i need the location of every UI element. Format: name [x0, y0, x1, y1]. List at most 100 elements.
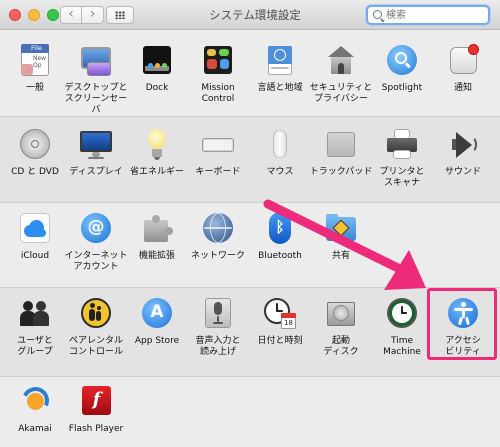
pref-label: Bluetooth — [258, 251, 302, 261]
zoom-window-button[interactable] — [47, 9, 59, 21]
pref-label: サウンド — [444, 167, 481, 177]
pref-energy-saver[interactable]: 省エネルギー — [125, 128, 189, 178]
pref-internet-accounts[interactable]: @ インターネット アカウント — [64, 212, 128, 273]
printer-scanner-icon — [385, 128, 419, 162]
search-icon — [373, 10, 382, 19]
sound-icon — [446, 128, 480, 162]
pref-label: iCloud — [20, 251, 50, 261]
mission-control-icon — [201, 44, 235, 78]
forward-button[interactable]: › — [82, 6, 104, 24]
pref-label: ユーザと グループ — [17, 336, 53, 357]
time-machine-icon — [385, 297, 419, 331]
energy-saver-icon — [140, 128, 174, 162]
pref-app-store[interactable]: A App Store — [125, 297, 189, 347]
security-privacy-icon — [324, 44, 358, 78]
pref-label: 共有 — [331, 251, 350, 261]
window-title: システム環境設定 — [209, 8, 301, 22]
pref-extensions[interactable]: 機能拡張 — [125, 212, 189, 262]
sharing-icon — [324, 212, 358, 246]
pref-printers-scanners[interactable]: プリンタと スキャナ — [370, 128, 434, 189]
pref-date-time[interactable]: 18 日付と時刻 — [248, 297, 312, 347]
close-window-button[interactable] — [9, 9, 21, 21]
pref-label: 省エネルギー — [129, 167, 184, 177]
network-icon — [201, 212, 235, 246]
pref-dock[interactable]: Dock — [125, 44, 189, 94]
pref-desktop-screensaver[interactable]: デスクトップと スクリーンセーバ — [64, 44, 128, 116]
pref-label: Akamai — [18, 424, 52, 434]
cd-dvd-icon — [18, 128, 52, 162]
spotlight-icon — [385, 44, 419, 78]
calendar-day: 18 — [284, 319, 293, 327]
language-region-icon — [263, 44, 297, 78]
pref-label: ネットワーク — [190, 251, 245, 261]
desktop-screensaver-icon — [79, 44, 113, 78]
pref-network[interactable]: ネットワーク — [186, 212, 250, 262]
trackpad-icon — [324, 128, 358, 162]
pref-mission-control[interactable]: Mission Control — [186, 44, 250, 105]
parental-controls-icon — [79, 297, 113, 331]
show-all-button[interactable] — [106, 6, 134, 24]
pref-time-machine[interactable]: Time Machine — [370, 297, 434, 358]
grid-icon — [115, 11, 125, 19]
mouse-icon — [263, 128, 297, 162]
general-icon-badge: File — [31, 44, 42, 52]
keyboard-icon — [201, 128, 235, 162]
pref-label: プリンタと スキャナ — [379, 167, 425, 188]
pref-parental-controls[interactable]: ペアレンタル コントロール — [64, 297, 128, 358]
pref-label: 言語と地域 — [257, 83, 303, 93]
general-icon-menu-text: New Op — [33, 55, 47, 69]
pref-label: セキュリティと プライバシー — [309, 83, 373, 104]
dock-icon — [140, 44, 174, 78]
displays-icon — [79, 128, 113, 162]
pref-notifications[interactable]: 通知 — [431, 44, 495, 94]
general-icon: File New Op — [18, 44, 52, 78]
pref-trackpad[interactable]: トラックパッド — [309, 128, 373, 178]
flash-player-icon: f — [79, 385, 113, 419]
app-store-icon: A — [140, 297, 174, 331]
pref-label: CD と DVD — [11, 167, 59, 177]
startup-disk-icon — [324, 297, 358, 331]
pref-icloud[interactable]: iCloud — [3, 212, 67, 262]
pref-label: 起動 ディスク — [323, 336, 359, 357]
pref-label: マウス — [266, 167, 294, 177]
pref-label: Flash Player — [68, 424, 124, 434]
users-groups-icon — [18, 297, 52, 331]
pref-flash-player[interactable]: f Flash Player — [64, 385, 128, 435]
pref-label: ペアレンタル コントロール — [68, 336, 123, 357]
pref-mouse[interactable]: マウス — [248, 128, 312, 178]
pref-sharing[interactable]: 共有 — [309, 212, 373, 262]
pref-bluetooth[interactable]: ᛒ Bluetooth — [248, 212, 312, 262]
pref-keyboard[interactable]: キーボード — [186, 128, 250, 178]
pref-sound[interactable]: サウンド — [431, 128, 495, 178]
highlight-box — [427, 288, 497, 360]
extensions-icon — [140, 212, 174, 246]
pref-label: 機能拡張 — [138, 251, 175, 261]
back-button[interactable]: ‹ — [60, 6, 82, 24]
search-field[interactable] — [366, 5, 490, 25]
title-bar: ‹ › システム環境設定 — [0, 0, 500, 30]
pref-label: 通知 — [453, 83, 472, 93]
pref-startup-disk[interactable]: 起動 ディスク — [309, 297, 373, 358]
pref-language-region[interactable]: 言語と地域 — [248, 44, 312, 94]
pref-akamai[interactable]: Akamai — [3, 383, 67, 435]
pref-dictation-speech[interactable]: 音声入力と 読み上げ — [186, 297, 250, 358]
notifications-icon — [446, 44, 480, 78]
pref-cd-dvd[interactable]: CD と DVD — [3, 128, 67, 178]
dictation-speech-icon — [201, 297, 235, 331]
pref-users-groups[interactable]: ユーザと グループ — [3, 297, 67, 358]
pref-general[interactable]: File New Op 一般 — [3, 44, 67, 94]
pref-label: App Store — [134, 336, 180, 346]
pref-security-privacy[interactable]: セキュリティと プライバシー — [309, 44, 373, 105]
search-input[interactable] — [386, 8, 484, 23]
icloud-icon — [18, 212, 52, 246]
minimize-window-button[interactable] — [28, 9, 40, 21]
bluetooth-icon: ᛒ — [263, 212, 297, 246]
pref-displays[interactable]: ディスプレイ — [64, 128, 128, 178]
pref-spotlight[interactable]: Spotlight — [370, 44, 434, 94]
pref-label: Time Machine — [383, 336, 421, 357]
pref-label: デスクトップと スクリーンセーバ — [64, 83, 128, 115]
pref-label: Spotlight — [381, 83, 423, 93]
internet-accounts-icon: @ — [79, 212, 113, 246]
pref-label: トラックパッド — [309, 167, 373, 177]
pref-label: キーボード — [195, 167, 241, 177]
